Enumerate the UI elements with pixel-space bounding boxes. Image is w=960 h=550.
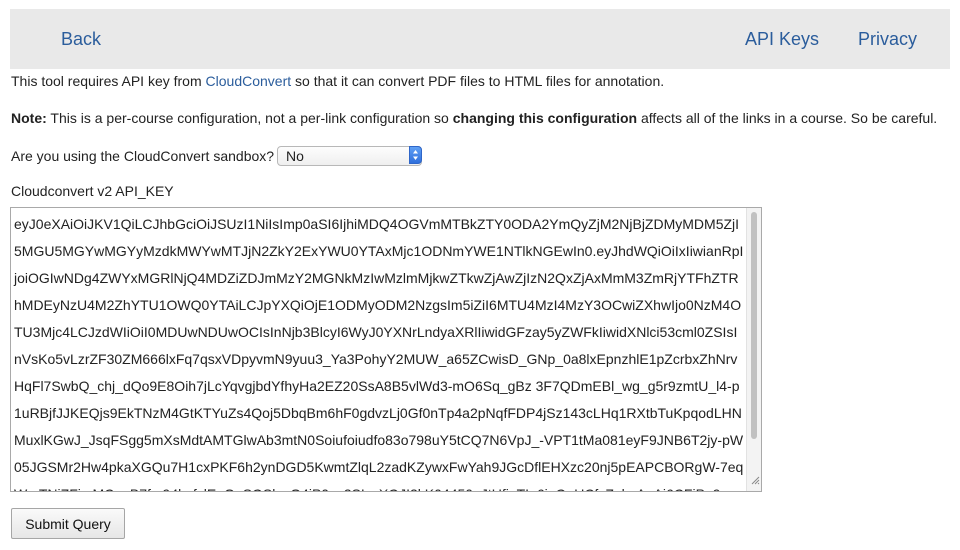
submit-query-button[interactable]: Submit Query	[11, 508, 125, 539]
intro-text-after: so that it can convert PDF files to HTML…	[291, 73, 665, 89]
sandbox-select-value: No	[286, 148, 304, 164]
note-label: Note:	[11, 110, 47, 126]
note-text-1: This is a per-course configuration, not …	[46, 110, 453, 126]
select-arrows-icon	[409, 146, 422, 164]
api-keys-link[interactable]: API Keys	[745, 29, 819, 50]
api-key-value: eyJ0eXAiOiJKV1QiLCJhbGciOiJSUzI1NiIsImp0…	[14, 216, 744, 491]
sandbox-select[interactable]: No	[277, 146, 422, 166]
intro-text: This tool requires API key from CloudCon…	[11, 73, 664, 90]
api-key-textarea[interactable]: eyJ0eXAiOiJKV1QiLCJhbGciOiJSUzI1NiIsImp0…	[10, 207, 762, 492]
resize-grip-icon[interactable]	[750, 472, 760, 490]
note-text-2: affects all of the links in a course. So…	[637, 110, 938, 126]
sandbox-label: Are you using the CloudConvert sandbox?	[11, 148, 275, 164]
top-navigation-bar: Back API Keys Privacy	[10, 9, 950, 69]
intro-text-before: This tool requires API key from	[11, 73, 206, 89]
scrollbar-thumb[interactable]	[751, 212, 757, 439]
back-link[interactable]: Back	[61, 29, 101, 50]
note-emphasis: changing this configuration	[452, 110, 638, 126]
cloudconvert-link[interactable]: CloudConvert	[206, 73, 292, 89]
api-key-label: Cloudconvert v2 API_KEY	[11, 183, 174, 199]
configuration-note: Note: This is a per-course configuration…	[11, 110, 937, 127]
privacy-link[interactable]: Privacy	[858, 29, 917, 50]
textarea-scrollbar[interactable]	[746, 208, 761, 491]
